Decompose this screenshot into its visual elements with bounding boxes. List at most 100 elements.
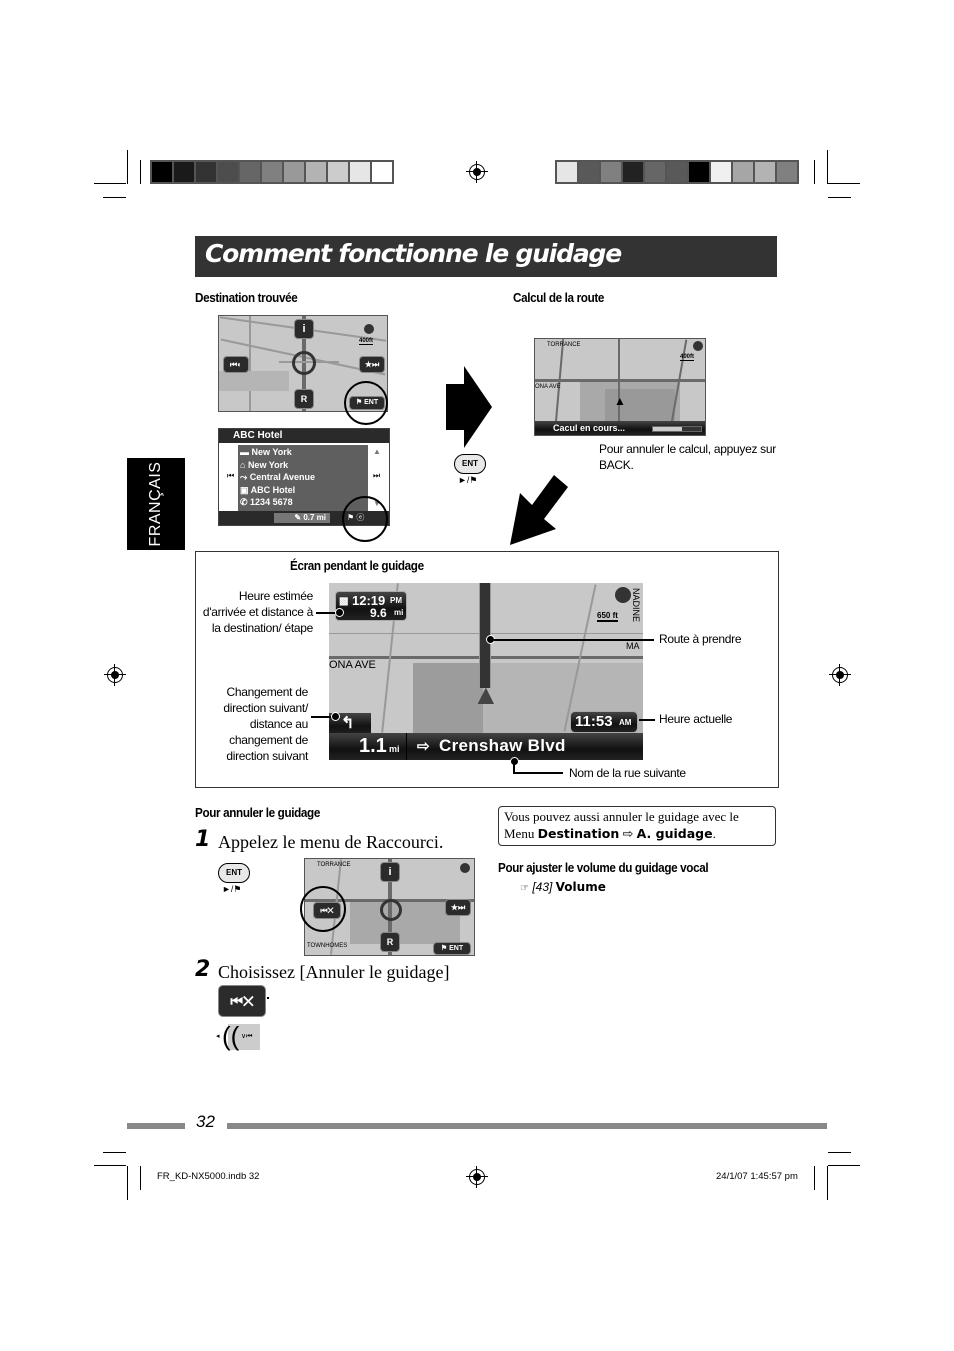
crop-mark bbox=[828, 197, 851, 198]
color-swatch bbox=[218, 162, 238, 182]
page-title: Comment fonctionne le guidage bbox=[205, 239, 622, 268]
ent-key-button[interactable]: ENT bbox=[218, 863, 250, 883]
highlight-circle bbox=[300, 886, 346, 932]
distance-display: ✎ 0.7 mi bbox=[274, 513, 330, 523]
color-swatch bbox=[711, 162, 731, 182]
highlight-circle bbox=[344, 381, 388, 425]
pencil-icon: ✎ bbox=[294, 513, 304, 522]
step-2-text: Choisissez [Annuler le guidage] bbox=[218, 962, 450, 982]
info-button[interactable]: i bbox=[380, 862, 400, 882]
info-title: ABC Hotel bbox=[233, 430, 283, 441]
guidance-map-screen: ▲ ONA AVE 650 ft NADINE MA ▩ 12:19 PM 9.… bbox=[329, 583, 643, 760]
calculating-status: Cacul en cours... bbox=[553, 423, 626, 433]
crop-mark bbox=[103, 1152, 126, 1153]
registration-mark-icon bbox=[104, 664, 126, 686]
ent-key-button[interactable]: ENT bbox=[454, 454, 486, 474]
callout-time-label: Heure actuelle bbox=[659, 712, 733, 726]
color-swatch bbox=[174, 162, 194, 182]
color-swatch bbox=[306, 162, 326, 182]
color-swatch bbox=[262, 162, 282, 182]
color-swatch bbox=[689, 162, 709, 182]
step-number: 2 bbox=[195, 957, 211, 982]
crop-mark bbox=[828, 1165, 860, 1166]
callout-line bbox=[492, 639, 654, 641]
info-button[interactable]: i bbox=[294, 319, 314, 339]
menu-destination: Destination bbox=[537, 826, 620, 841]
vehicle-position-icon: ▲ bbox=[614, 394, 626, 408]
color-swatch bbox=[350, 162, 370, 182]
crop-mark bbox=[828, 183, 860, 184]
registration-mark-icon bbox=[829, 664, 851, 686]
scroll-up-arrow-icon[interactable]: ▲ bbox=[373, 447, 381, 456]
checkered-flag-icon: ▩ bbox=[339, 596, 349, 607]
arrow-icon: ⇨ bbox=[417, 738, 430, 755]
info-list-item[interactable]: ⌂ New York bbox=[240, 459, 370, 472]
color-swatch bbox=[328, 162, 348, 182]
callout-street-label: Nom de la rue suivante bbox=[569, 766, 686, 780]
phone-icon: ✆ bbox=[240, 497, 251, 507]
crop-mark bbox=[827, 1166, 828, 1200]
play-flag-label: ►/⚑ bbox=[458, 475, 478, 485]
language-tab: FRANÇAIS bbox=[127, 458, 185, 550]
crop-mark bbox=[94, 1165, 126, 1166]
page-reference[interactable]: ☞ [43] Volume bbox=[520, 880, 606, 894]
footer-bar-left bbox=[127, 1123, 185, 1129]
color-swatch bbox=[372, 162, 392, 182]
map-scale: 650 ft bbox=[597, 611, 618, 622]
turn-left-arrow-icon: ↰ bbox=[341, 715, 355, 732]
shortcut-left-button[interactable]: ⏮◐ bbox=[223, 356, 249, 373]
menu-cancel-guidance: A. guidage bbox=[636, 826, 713, 841]
compass-icon bbox=[364, 324, 374, 334]
shortcut-right-button[interactable]: ★⏭ bbox=[445, 899, 471, 916]
language-tab-label: FRANÇAIS bbox=[147, 461, 164, 547]
info-list-item[interactable]: ⤳ Central Avenue bbox=[240, 471, 370, 484]
next-button[interactable]: ⏭ bbox=[373, 471, 380, 481]
color-calibration-bar-left bbox=[150, 160, 394, 184]
route-button[interactable]: R bbox=[294, 389, 314, 409]
guidance-bottom-bar: 1.1 mi ⇨ Crenshaw Blvd bbox=[329, 733, 643, 760]
crop-mark bbox=[127, 1166, 128, 1200]
callout-line bbox=[513, 772, 563, 774]
crop-mark bbox=[140, 1166, 141, 1190]
color-swatch bbox=[755, 162, 775, 182]
callout-dot bbox=[331, 712, 340, 721]
map-scale: 400ft bbox=[680, 354, 695, 361]
route-button[interactable]: R bbox=[380, 932, 400, 952]
registration-mark-icon bbox=[466, 161, 488, 183]
info-list-item[interactable]: ▬ New York bbox=[240, 446, 370, 459]
street-label: NADINE bbox=[631, 588, 641, 623]
start-guidance-button[interactable]: ⚑ ENT bbox=[433, 942, 471, 955]
calculation-progress-bar bbox=[652, 426, 702, 432]
crop-mark bbox=[828, 1152, 851, 1153]
street-label: TORRANCE bbox=[317, 862, 351, 868]
reference-hand-icon: ☞ bbox=[520, 883, 529, 894]
color-swatch bbox=[777, 162, 797, 182]
color-swatch bbox=[557, 162, 577, 182]
info-note-box: Vous pouvez aussi annuler le guidage ave… bbox=[498, 806, 776, 846]
cancel-guidance-heading: Pour annuler le guidage bbox=[195, 805, 321, 820]
crop-mark bbox=[140, 160, 141, 184]
street-label: ONA AVE bbox=[329, 659, 376, 671]
road-icon: ⤳ bbox=[240, 472, 250, 482]
callout-turn-label: Changement de direction suivant/ distanc… bbox=[223, 685, 308, 763]
color-swatch bbox=[667, 162, 687, 182]
page-title-bar: Comment fonctionne le guidage bbox=[195, 236, 777, 277]
callout-route-label: Route à prendre bbox=[659, 632, 742, 646]
next-turn-distance: 1.1 bbox=[359, 735, 387, 757]
color-swatch bbox=[579, 162, 599, 182]
cancel-guidance-icon: ⏮✕ bbox=[218, 985, 266, 1017]
color-swatch bbox=[284, 162, 304, 182]
street-label: ONA AVE bbox=[535, 384, 561, 390]
crop-mark bbox=[94, 183, 126, 184]
previous-button[interactable]: ⏮ bbox=[227, 471, 234, 481]
compass-icon bbox=[693, 341, 703, 351]
next-turn-unit: mi bbox=[389, 744, 400, 754]
callout-dot bbox=[335, 608, 344, 617]
guidance-screen-heading: Écran pendant le guidage bbox=[290, 558, 424, 573]
info-list-item[interactable]: ▣ ABC Hotel bbox=[240, 484, 370, 497]
route-calculation-map-screen: TORRANCE ONA AVE 400ft ▲ Cacul en cours.… bbox=[534, 338, 706, 436]
shortcut-right-button[interactable]: ★⏭ bbox=[359, 356, 385, 373]
crop-mark bbox=[814, 1166, 815, 1190]
callout-eta-label: Heure estimée d'arrivée et distance à la… bbox=[202, 589, 313, 635]
crop-mark bbox=[827, 150, 828, 184]
